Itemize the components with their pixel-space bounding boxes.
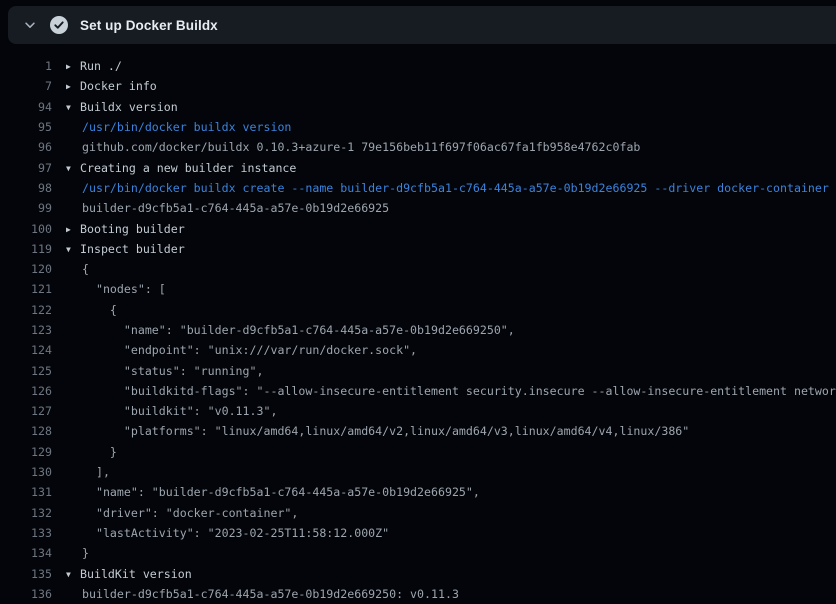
log-line: 99 builder-d9cfb5a1-c764-445a-a57e-0b19d2…: [0, 198, 836, 218]
log-line: 122 {: [0, 300, 836, 320]
log-line: 124 "endpoint": "unix:///var/run/docker.…: [0, 340, 836, 360]
log-line: 127 "buildkit": "v0.11.3",: [0, 401, 836, 421]
log-group-row: 100 ▶Booting builder: [0, 218, 836, 238]
log-line: 134}: [0, 543, 836, 563]
output-text: ],: [66, 465, 836, 479]
group-title[interactable]: ▼Buildx version: [66, 100, 836, 114]
group-title[interactable]: ▶Run ./: [66, 59, 836, 73]
group-title[interactable]: ▼Inspect builder: [66, 242, 836, 256]
output-text: "buildkit": "v0.11.3",: [66, 404, 836, 418]
log-group-row: 97 ▼Creating a new builder instance: [0, 157, 836, 177]
output-text: {: [66, 262, 836, 276]
group-title[interactable]: ▶Booting builder: [66, 222, 836, 236]
output-text: }: [66, 546, 836, 560]
output-text: "buildkitd-flags": "--allow-insecure-ent…: [66, 384, 836, 398]
output-text: }: [66, 445, 836, 459]
group-title[interactable]: ▼BuildKit version: [66, 567, 836, 581]
line-number[interactable]: 119: [0, 242, 52, 256]
output-text: {: [66, 303, 836, 317]
output-text: github.com/docker/buildx 0.10.3+azure-1 …: [66, 140, 836, 154]
chevron-down-icon[interactable]: [18, 13, 42, 37]
log-group-row: 119 ▼Inspect builder: [0, 239, 836, 259]
output-text: "name": "builder-d9cfb5a1-c764-445a-a57e…: [66, 323, 836, 337]
output-text: builder-d9cfb5a1-c764-445a-a57e-0b19d2e6…: [66, 201, 836, 215]
log-line: 136 builder-d9cfb5a1-c764-445a-a57e-0b19d…: [0, 584, 836, 604]
triangle-down-icon[interactable]: ▼: [66, 570, 80, 579]
log-line: 130 ],: [0, 462, 836, 482]
line-number[interactable]: 122: [0, 303, 52, 317]
log-line: 120 {: [0, 259, 836, 279]
line-number[interactable]: 123: [0, 323, 52, 337]
line-number[interactable]: 131: [0, 485, 52, 499]
step-header[interactable]: Set up Docker Buildx: [8, 6, 836, 44]
output-text: "driver": "docker-container",: [66, 506, 836, 520]
line-number[interactable]: 124: [0, 343, 52, 357]
group-title[interactable]: ▶Docker info: [66, 79, 836, 93]
line-number[interactable]: 132: [0, 506, 52, 520]
line-number[interactable]: 97: [0, 161, 52, 175]
line-number[interactable]: 135: [0, 567, 52, 581]
log-line: 123 "name": "builder-d9cfb5a1-c764-445a-…: [0, 320, 836, 340]
line-number[interactable]: 99: [0, 201, 52, 215]
line-number[interactable]: 121: [0, 282, 52, 296]
log-group-row: 1 ▶Run ./: [0, 56, 836, 76]
line-number[interactable]: 128: [0, 424, 52, 438]
line-number[interactable]: 133: [0, 526, 52, 540]
output-text: "nodes": [: [66, 282, 836, 296]
line-number[interactable]: 96: [0, 140, 52, 154]
output-text: "endpoint": "unix:///var/run/docker.sock…: [66, 343, 836, 357]
log-line: 126 "buildkitd-flags": "--allow-insecure…: [0, 381, 836, 401]
triangle-right-icon[interactable]: ▶: [66, 82, 80, 91]
command-text: /usr/bin/docker buildx create --name bui…: [66, 181, 836, 195]
line-number[interactable]: 129: [0, 445, 52, 459]
line-number[interactable]: 134: [0, 546, 52, 560]
log-line: 132 "driver": "docker-container",: [0, 503, 836, 523]
log-line: 128 "platforms": "linux/amd64,linux/amd6…: [0, 421, 836, 441]
log-line: 125 "status": "running",: [0, 360, 836, 380]
output-text: "platforms": "linux/amd64,linux/amd64/v2…: [66, 424, 836, 438]
check-circle-icon: [50, 16, 68, 34]
line-number[interactable]: 100: [0, 222, 52, 236]
triangle-down-icon[interactable]: ▼: [66, 103, 80, 112]
line-number[interactable]: 94: [0, 100, 52, 114]
line-number[interactable]: 98: [0, 181, 52, 195]
log-line: 95/usr/bin/docker buildx version: [0, 117, 836, 137]
actions-log-viewer: { "header": { "title": "Set up Docker Bu…: [0, 0, 836, 604]
line-number[interactable]: 126: [0, 384, 52, 398]
line-number[interactable]: 95: [0, 120, 52, 134]
line-number[interactable]: 1: [0, 59, 52, 73]
log-group-row: 7 ▶Docker info: [0, 76, 836, 96]
log-line: 133 "lastActivity": "2023-02-25T11:58:12…: [0, 523, 836, 543]
line-number[interactable]: 125: [0, 364, 52, 378]
output-text: "status": "running",: [66, 364, 836, 378]
log-group-row: 94 ▼Buildx version: [0, 97, 836, 117]
log-line: 131 "name": "builder-d9cfb5a1-c764-445a-…: [0, 482, 836, 502]
line-number[interactable]: 130: [0, 465, 52, 479]
log-output: 1 ▶Run ./ 7 ▶Docker info 94 ▼Buildx version 95…: [0, 56, 836, 604]
log-line: 98/usr/bin/docker buildx create --name b…: [0, 178, 836, 198]
log-group-row: 135 ▼BuildKit version: [0, 563, 836, 583]
triangle-down-icon[interactable]: ▼: [66, 164, 80, 173]
log-line: 96 github.com/docker/buildx 0.10.3+azure-…: [0, 137, 836, 157]
triangle-right-icon[interactable]: ▶: [66, 225, 80, 234]
step-title: Set up Docker Buildx: [80, 18, 218, 33]
line-number[interactable]: 7: [0, 79, 52, 93]
group-title[interactable]: ▼Creating a new builder instance: [66, 161, 836, 175]
triangle-down-icon[interactable]: ▼: [66, 245, 80, 254]
line-number[interactable]: 127: [0, 404, 52, 418]
output-text: "lastActivity": "2023-02-25T11:58:12.000…: [66, 526, 836, 540]
triangle-right-icon[interactable]: ▶: [66, 62, 80, 71]
line-number[interactable]: 120: [0, 262, 52, 276]
log-line: 129 }: [0, 442, 836, 462]
command-text: /usr/bin/docker buildx version: [66, 120, 836, 134]
log-line: 121 "nodes": [: [0, 279, 836, 299]
output-text: builder-d9cfb5a1-c764-445a-a57e-0b19d2e6…: [66, 587, 836, 601]
line-number[interactable]: 136: [0, 587, 52, 601]
output-text: "name": "builder-d9cfb5a1-c764-445a-a57e…: [66, 485, 836, 499]
